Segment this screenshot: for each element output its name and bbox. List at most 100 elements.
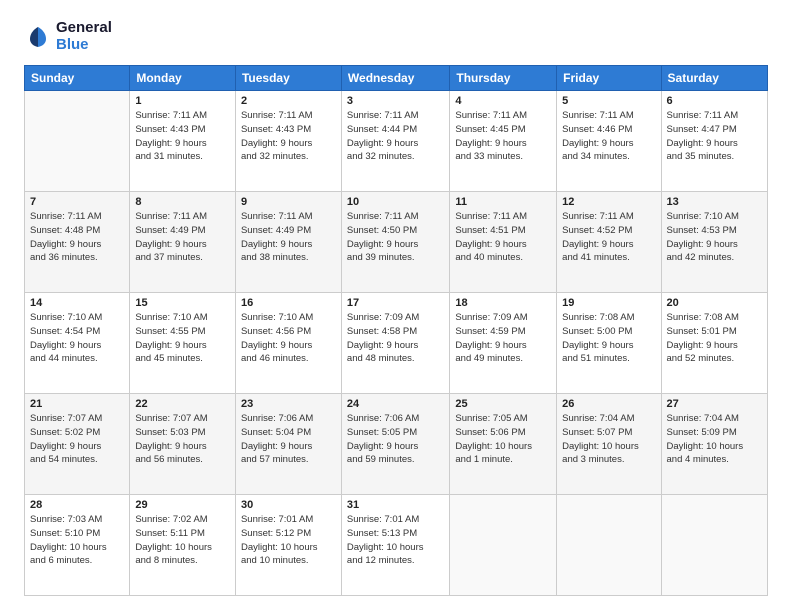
day-cell: 30 Sunrise: 7:01 AM Sunset: 5:12 PM Dayli… [235,495,341,596]
day-info: Sunrise: 7:11 AM Sunset: 4:43 PM Dayligh… [135,109,230,164]
header-day-monday: Monday [130,66,236,91]
day-number: 13 [667,196,762,208]
day-info: Sunrise: 7:11 AM Sunset: 4:48 PM Dayligh… [30,210,124,265]
day-info: Sunrise: 7:10 AM Sunset: 4:55 PM Dayligh… [135,311,230,366]
day-number: 2 [241,95,336,107]
day-number: 10 [347,196,444,208]
day-cell: 10 Sunrise: 7:11 AM Sunset: 4:50 PM Dayli… [341,192,449,293]
day-info: Sunrise: 7:01 AM Sunset: 5:13 PM Dayligh… [347,513,444,568]
day-number: 19 [562,297,655,309]
day-number: 20 [667,297,762,309]
day-cell: 8Sunrise: 7:11 AM Sunset: 4:49 PM Daylig… [130,192,236,293]
day-number: 17 [347,297,444,309]
day-cell [25,91,130,192]
week-row-2: 7 Sunrise: 7:11 AM Sunset: 4:48 PM Daylig… [25,192,768,293]
logo: General Blue [24,20,112,53]
day-cell: 9 Sunrise: 7:11 AM Sunset: 4:49 PM Daylig… [235,192,341,293]
header-day-wednesday: Wednesday [341,66,449,91]
day-cell: 31 Sunrise: 7:01 AM Sunset: 5:13 PM Dayli… [341,495,449,596]
day-cell: 19 Sunrise: 7:08 AM Sunset: 5:00 PM Dayli… [557,293,661,394]
day-info: Sunrise: 7:09 AM Sunset: 4:59 PM Dayligh… [455,311,551,366]
day-cell: 15 Sunrise: 7:10 AM Sunset: 4:55 PM Dayli… [130,293,236,394]
day-info: Sunrise: 7:08 AM Sunset: 5:00 PM Dayligh… [562,311,655,366]
day-info: Sunrise: 7:03 AM Sunset: 5:10 PM Dayligh… [30,513,124,568]
day-number: 16 [241,297,336,309]
day-info: Sunrise: 7:10 AM Sunset: 4:53 PM Dayligh… [667,210,762,265]
day-number: 3 [347,95,444,107]
day-cell: 21 Sunrise: 7:07 AM Sunset: 5:02 PM Dayli… [25,394,130,495]
day-info: Sunrise: 7:11 AM Sunset: 4:43 PM Dayligh… [241,109,336,164]
day-cell: 14 Sunrise: 7:10 AM Sunset: 4:54 PM Dayli… [25,293,130,394]
header-day-thursday: Thursday [450,66,557,91]
day-cell: 11 Sunrise: 7:11 AM Sunset: 4:51 PM Dayli… [450,192,557,293]
day-info: Sunrise: 7:11 AM Sunset: 4:52 PM Dayligh… [562,210,655,265]
day-cell: 28 Sunrise: 7:03 AM Sunset: 5:10 PM Dayli… [25,495,130,596]
header-day-tuesday: Tuesday [235,66,341,91]
day-info: Sunrise: 7:11 AM Sunset: 4:44 PM Dayligh… [347,109,444,164]
day-number: 23 [241,398,336,410]
day-number: 6 [667,95,762,107]
day-info: Sunrise: 7:02 AM Sunset: 5:11 PM Dayligh… [135,513,230,568]
day-number: 1 [135,95,230,107]
day-number: 11 [455,196,551,208]
day-info: Sunrise: 7:11 AM Sunset: 4:45 PM Dayligh… [455,109,551,164]
day-cell: 5Sunrise: 7:11 AM Sunset: 4:46 PM Daylig… [557,91,661,192]
day-number: 8 [135,196,230,208]
day-info: Sunrise: 7:08 AM Sunset: 5:01 PM Dayligh… [667,311,762,366]
day-cell: 26Sunrise: 7:04 AM Sunset: 5:07 PM Dayli… [557,394,661,495]
day-number: 15 [135,297,230,309]
week-row-3: 14 Sunrise: 7:10 AM Sunset: 4:54 PM Dayli… [25,293,768,394]
week-row-4: 21 Sunrise: 7:07 AM Sunset: 5:02 PM Dayli… [25,394,768,495]
day-cell: 24Sunrise: 7:06 AM Sunset: 5:05 PM Dayli… [341,394,449,495]
day-info: Sunrise: 7:06 AM Sunset: 5:04 PM Dayligh… [241,412,336,467]
day-cell: 23 Sunrise: 7:06 AM Sunset: 5:04 PM Dayli… [235,394,341,495]
week-row-1: 1 Sunrise: 7:11 AM Sunset: 4:43 PM Daylig… [25,91,768,192]
day-info: Sunrise: 7:05 AM Sunset: 5:06 PM Dayligh… [455,412,551,467]
day-info: Sunrise: 7:07 AM Sunset: 5:03 PM Dayligh… [135,412,230,467]
day-info: Sunrise: 7:11 AM Sunset: 4:49 PM Dayligh… [241,210,336,265]
header-day-friday: Friday [557,66,661,91]
day-cell: 12 Sunrise: 7:11 AM Sunset: 4:52 PM Dayli… [557,192,661,293]
day-info: Sunrise: 7:10 AM Sunset: 4:54 PM Dayligh… [30,311,124,366]
header-day-sunday: Sunday [25,66,130,91]
day-number: 31 [347,499,444,511]
day-number: 12 [562,196,655,208]
day-cell: 13 Sunrise: 7:10 AM Sunset: 4:53 PM Dayli… [661,192,767,293]
day-cell [661,495,767,596]
day-cell: 17 Sunrise: 7:09 AM Sunset: 4:58 PM Dayli… [341,293,449,394]
day-cell: 22Sunrise: 7:07 AM Sunset: 5:03 PM Dayli… [130,394,236,495]
day-info: Sunrise: 7:10 AM Sunset: 4:56 PM Dayligh… [241,311,336,366]
day-number: 21 [30,398,124,410]
day-number: 27 [667,398,762,410]
day-info: Sunrise: 7:11 AM Sunset: 4:50 PM Dayligh… [347,210,444,265]
logo-text: General Blue [56,20,112,53]
day-number: 29 [135,499,230,511]
day-number: 28 [30,499,124,511]
day-number: 7 [30,196,124,208]
day-info: Sunrise: 7:11 AM Sunset: 4:47 PM Dayligh… [667,109,762,164]
day-cell: 1 Sunrise: 7:11 AM Sunset: 4:43 PM Daylig… [130,91,236,192]
calendar-table: SundayMondayTuesdayWednesdayThursdayFrid… [24,65,768,596]
day-number: 14 [30,297,124,309]
day-number: 9 [241,196,336,208]
day-info: Sunrise: 7:01 AM Sunset: 5:12 PM Dayligh… [241,513,336,568]
day-cell: 6 Sunrise: 7:11 AM Sunset: 4:47 PM Daylig… [661,91,767,192]
day-number: 18 [455,297,551,309]
day-info: Sunrise: 7:04 AM Sunset: 5:07 PM Dayligh… [562,412,655,467]
header-day-saturday: Saturday [661,66,767,91]
day-info: Sunrise: 7:09 AM Sunset: 4:58 PM Dayligh… [347,311,444,366]
day-info: Sunrise: 7:11 AM Sunset: 4:51 PM Dayligh… [455,210,551,265]
day-cell: 27 Sunrise: 7:04 AM Sunset: 5:09 PM Dayli… [661,394,767,495]
day-cell: 7 Sunrise: 7:11 AM Sunset: 4:48 PM Daylig… [25,192,130,293]
day-info: Sunrise: 7:07 AM Sunset: 5:02 PM Dayligh… [30,412,124,467]
day-number: 4 [455,95,551,107]
header-row: SundayMondayTuesdayWednesdayThursdayFrid… [25,66,768,91]
day-cell: 16 Sunrise: 7:10 AM Sunset: 4:56 PM Dayli… [235,293,341,394]
day-cell: 2 Sunrise: 7:11 AM Sunset: 4:43 PM Daylig… [235,91,341,192]
day-info: Sunrise: 7:06 AM Sunset: 5:05 PM Dayligh… [347,412,444,467]
day-cell: 18 Sunrise: 7:09 AM Sunset: 4:59 PM Dayli… [450,293,557,394]
day-info: Sunrise: 7:11 AM Sunset: 4:46 PM Dayligh… [562,109,655,164]
day-cell: 29 Sunrise: 7:02 AM Sunset: 5:11 PM Dayli… [130,495,236,596]
day-info: Sunrise: 7:04 AM Sunset: 5:09 PM Dayligh… [667,412,762,467]
day-number: 30 [241,499,336,511]
